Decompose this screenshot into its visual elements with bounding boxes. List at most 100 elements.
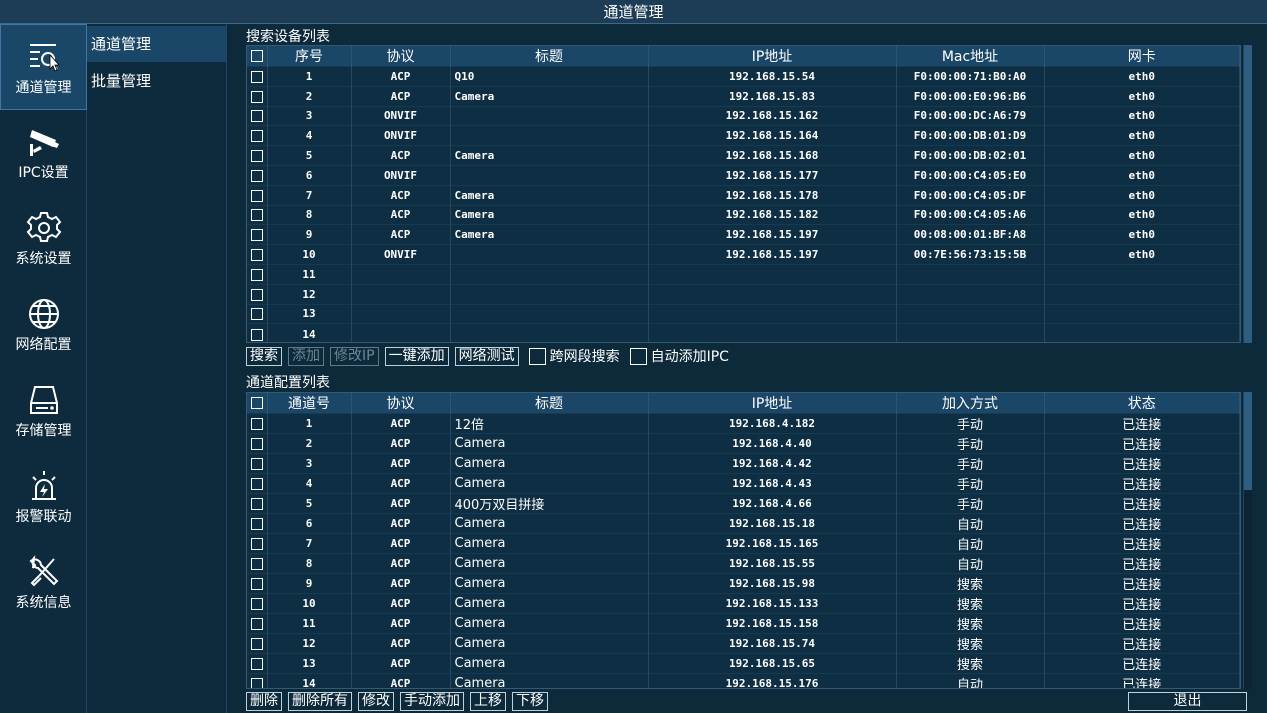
table-cell: 12 (267, 283, 352, 305)
row-checkbox[interactable] (247, 323, 268, 342)
row-checkbox[interactable] (247, 573, 268, 594)
search-table-row[interactable]: 8 ACP Camera 192.168.15.182 F0:00:00:C4:05:A… (247, 204, 1240, 225)
channel-table-row[interactable]: 8 ACP Camera 192.168.15.55 自动 已连接 (247, 553, 1240, 574)
tools-icon (29, 555, 58, 587)
col-header: 协议 (351, 393, 451, 414)
row-checkbox[interactable] (247, 145, 268, 166)
row-checkbox[interactable] (247, 204, 268, 225)
search-table-row[interactable]: 11 (247, 263, 1240, 285)
move-up-button[interactable]: 上移 (470, 692, 506, 711)
table-cell: 192.168.15.98 (648, 573, 897, 594)
add-button[interactable]: 添加 (288, 346, 324, 366)
table-cell (450, 323, 649, 342)
channel-table-row[interactable]: 6 ACP Camera 192.168.15.18 自动 已连接 (247, 513, 1240, 534)
search-table-row[interactable]: 5 ACP Camera 192.168.15.168 F0:00:00:DB:02:0… (247, 145, 1240, 166)
row-checkbox[interactable] (247, 533, 268, 554)
row-checkbox[interactable] (247, 453, 268, 474)
row-checkbox[interactable] (247, 263, 268, 285)
nav-item-ipc-settings[interactable]: IPC设置 (0, 110, 87, 196)
table-cell: eth0 (1044, 145, 1240, 166)
row-checkbox[interactable] (247, 633, 268, 654)
select-all-checkbox[interactable] (247, 393, 268, 414)
delete-button[interactable]: 删除 (246, 692, 282, 711)
row-checkbox[interactable] (247, 303, 268, 324)
modify-ip-button[interactable]: 修改IP (330, 346, 379, 366)
nav-item-channel-management[interactable]: 通道管理 (0, 24, 87, 110)
manual-add-button[interactable]: 手动添加 (400, 692, 464, 711)
row-checkbox[interactable] (247, 593, 268, 614)
channel-table-row[interactable]: 1 ACP 12倍 192.168.4.182 手动 已连接 (247, 413, 1240, 434)
delete-all-button[interactable]: 删除所有 (288, 692, 352, 711)
row-checkbox[interactable] (247, 66, 268, 87)
row-checkbox[interactable] (247, 493, 268, 514)
row-checkbox[interactable] (247, 673, 268, 688)
search-table-row[interactable]: 7 ACP Camera 192.168.15.178 F0:00:00:C4:05:D… (247, 184, 1240, 206)
table-cell: 192.168.15.165 (648, 533, 897, 554)
nav-item-network-config[interactable]: 网络配置 (0, 282, 87, 368)
col-header: IP地址 (648, 393, 897, 414)
row-checkbox[interactable] (247, 164, 268, 186)
search-table-row[interactable]: 2 ACP Camera 192.168.15.83 F0:00:00:E0:96:B6… (247, 85, 1240, 107)
move-down-button[interactable]: 下移 (512, 692, 548, 711)
channel-table-row[interactable]: 2 ACP Camera 192.168.4.40 手动 已连接 (247, 433, 1240, 454)
channel-table-row[interactable]: 3 ACP Camera 192.168.4.42 手动 已连接 (247, 453, 1240, 474)
auto-add-ipc-checkbox[interactable]: 自动添加IPC (629, 346, 729, 366)
exit-button[interactable]: 退出 (1128, 692, 1247, 711)
row-checkbox[interactable] (247, 224, 268, 245)
table-cell: Camera (450, 633, 649, 654)
search-table-row[interactable]: 9 ACP Camera 192.168.15.197 00:08:00:01:BF:A… (247, 224, 1240, 245)
row-checkbox[interactable] (247, 184, 268, 206)
search-table-row[interactable]: 4 ONVIF 192.168.15.164 F0:00:00:DB:01:D9 eth… (247, 125, 1240, 146)
channel-table-row[interactable]: 10 ACP Camera 192.168.15.133 搜索 已连接 (247, 593, 1240, 614)
table-cell: ACP (351, 204, 451, 225)
row-checkbox[interactable] (247, 244, 268, 265)
select-all-checkbox[interactable] (247, 46, 268, 67)
row-checkbox[interactable] (247, 433, 268, 454)
channel-table-row[interactable]: 9 ACP Camera 192.168.15.98 搜索 已连接 (247, 573, 1240, 594)
search-table-row[interactable]: 10 ONVIF 192.168.15.197 00:7E:56:73:15:5B et… (247, 244, 1240, 265)
row-checkbox[interactable] (247, 283, 268, 305)
subnav-item-channel-management[interactable]: 通道管理 (87, 26, 226, 62)
network-test-button[interactable]: 网络测试 (454, 346, 519, 366)
channel-table-row[interactable]: 11 ACP Camera 192.168.15.158 搜索 已连接 (247, 613, 1240, 634)
row-checkbox[interactable] (247, 125, 268, 146)
subnav-item-batch-management[interactable]: 批量管理 (87, 63, 226, 99)
table-cell: Camera (450, 653, 649, 674)
one-click-add-button[interactable]: 一键添加 (384, 346, 449, 366)
nav-item-system-settings[interactable]: 系统设置 (0, 196, 87, 282)
table-cell (450, 164, 649, 186)
row-checkbox[interactable] (247, 613, 268, 634)
row-checkbox[interactable] (247, 413, 268, 434)
channel-table-row[interactable]: 12 ACP Camera 192.168.15.74 搜索 已连接 (247, 633, 1240, 654)
channel-table-row[interactable]: 7 ACP Camera 192.168.15.165 自动 已连接 (247, 533, 1240, 554)
search-table-row[interactable]: 14 (247, 323, 1240, 342)
table-cell: ACP (351, 433, 451, 454)
table-cell: Camera (450, 204, 649, 225)
table-cell: F0:00:00:DB:01:D9 (896, 125, 1045, 146)
nav-item-storage-management[interactable]: 存储管理 (0, 368, 87, 454)
modify-button[interactable]: 修改 (358, 692, 394, 711)
nav-item-alarm-linkage[interactable]: 报警联动 (0, 454, 87, 540)
search-table-scrollbar[interactable] (1243, 45, 1252, 343)
search-table-row[interactable]: 13 (247, 303, 1240, 324)
row-checkbox[interactable] (247, 473, 268, 494)
channel-table-row[interactable]: 13 ACP Camera 192.168.15.65 搜索 已连接 (247, 653, 1240, 674)
channel-table-row[interactable]: 5 ACP 400万双目拼接 192.168.4.66 手动 已连接 (247, 493, 1240, 514)
row-checkbox[interactable] (247, 653, 268, 674)
table-cell: 192.168.15.177 (648, 164, 897, 186)
row-checkbox[interactable] (247, 553, 268, 574)
row-checkbox[interactable] (247, 513, 268, 534)
search-table-row[interactable]: 3 ONVIF 192.168.15.162 F0:00:00:DC:A6:79 eth… (247, 105, 1240, 126)
nav-item-system-info[interactable]: 系统信息 (0, 540, 87, 626)
cross-segment-search-checkbox[interactable]: 跨网段搜索 (528, 346, 620, 366)
search-table-row[interactable]: 1 ACP Q10 192.168.15.54 F0:00:00:71:B0:A0 eth… (247, 66, 1240, 87)
row-checkbox[interactable] (247, 85, 268, 107)
search-button[interactable]: 搜索 (246, 346, 282, 366)
table-cell: ACP (351, 553, 451, 574)
search-table-row[interactable]: 12 (247, 283, 1240, 305)
channel-table-row[interactable]: 4 ACP Camera 192.168.4.43 手动 已连接 (247, 473, 1240, 494)
search-table-row[interactable]: 6 ONVIF 192.168.15.177 F0:00:00:C4:05:E0 eth… (247, 164, 1240, 186)
row-checkbox[interactable] (247, 105, 268, 126)
channel-table-scrollbar[interactable] (1243, 392, 1252, 689)
channel-table-row[interactable]: 14 ACP Camera 192.168.15.176 自动 已连接 (247, 673, 1240, 688)
